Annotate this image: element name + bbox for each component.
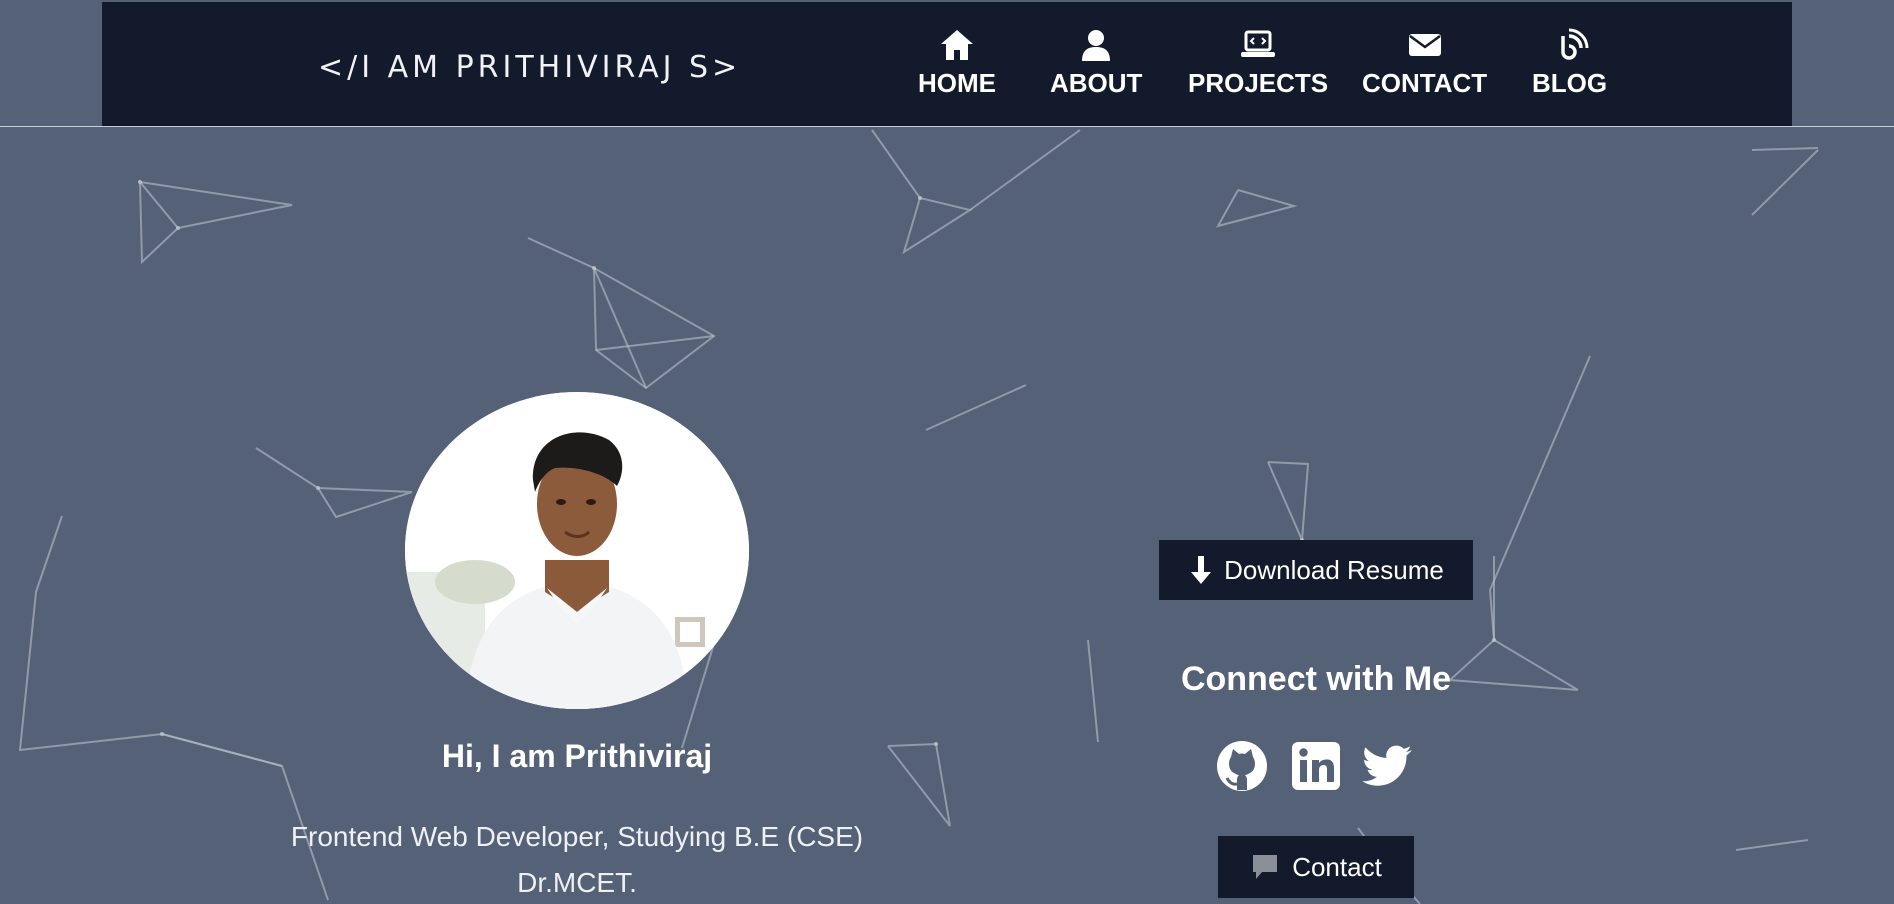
envelope-icon bbox=[1408, 34, 1441, 56]
nav-item-home[interactable]: HOME bbox=[918, 28, 996, 99]
arrow-down-icon bbox=[1191, 556, 1212, 584]
contact-button[interactable]: Contact bbox=[1218, 836, 1414, 898]
hero-subtitle-line1: Frontend Web Developer, Studying B.E (CS… bbox=[290, 821, 864, 852]
header-divider bbox=[0, 126, 1894, 127]
nav-item-contact[interactable]: CONTACT bbox=[1362, 28, 1487, 99]
profile-photo bbox=[405, 392, 749, 709]
hero-subtitle-line2: Dr.MCET. bbox=[517, 867, 637, 898]
home-icon bbox=[941, 30, 973, 60]
hero-greeting: Hi, I am Prithiviraj bbox=[441, 738, 713, 774]
nav-label-contact: CONTACT bbox=[1362, 68, 1488, 98]
nav-label-blog: BLOG bbox=[1532, 68, 1608, 98]
download-resume-button[interactable]: Download Resume bbox=[1159, 540, 1473, 600]
laptop-code-icon bbox=[1241, 30, 1276, 57]
site-brand[interactable]: </I AM PRITHIVIRAJ S> bbox=[318, 50, 741, 85]
contact-button-label: Contact bbox=[1292, 851, 1382, 882]
user-icon bbox=[1082, 30, 1111, 61]
connect-title: Connect with Me bbox=[1180, 660, 1452, 698]
blog-icon bbox=[1560, 28, 1589, 60]
comment-icon bbox=[1253, 855, 1278, 879]
profile-avatar bbox=[405, 392, 749, 709]
twitter-icon[interactable] bbox=[1362, 740, 1414, 792]
navbar: </I AM PRITHIVIRAJ S> HOME ABOUT PROJECT… bbox=[102, 2, 1792, 126]
download-resume-label: Download Resume bbox=[1224, 554, 1444, 585]
nav-item-blog[interactable]: BLOG bbox=[1532, 28, 1607, 99]
hero-subtitle: Frontend Web Developer, Studying B.E (CS… bbox=[260, 814, 894, 904]
nav-label-projects: PROJECTS bbox=[1188, 68, 1329, 98]
nav-item-projects[interactable]: PROJECTS bbox=[1188, 28, 1328, 99]
github-icon[interactable] bbox=[1216, 740, 1268, 792]
nav-label-home: HOME bbox=[918, 68, 996, 98]
nav-label-about: ABOUT bbox=[1050, 68, 1143, 98]
nav-item-about[interactable]: ABOUT bbox=[1050, 28, 1142, 99]
linkedin-icon[interactable] bbox=[1290, 740, 1342, 792]
